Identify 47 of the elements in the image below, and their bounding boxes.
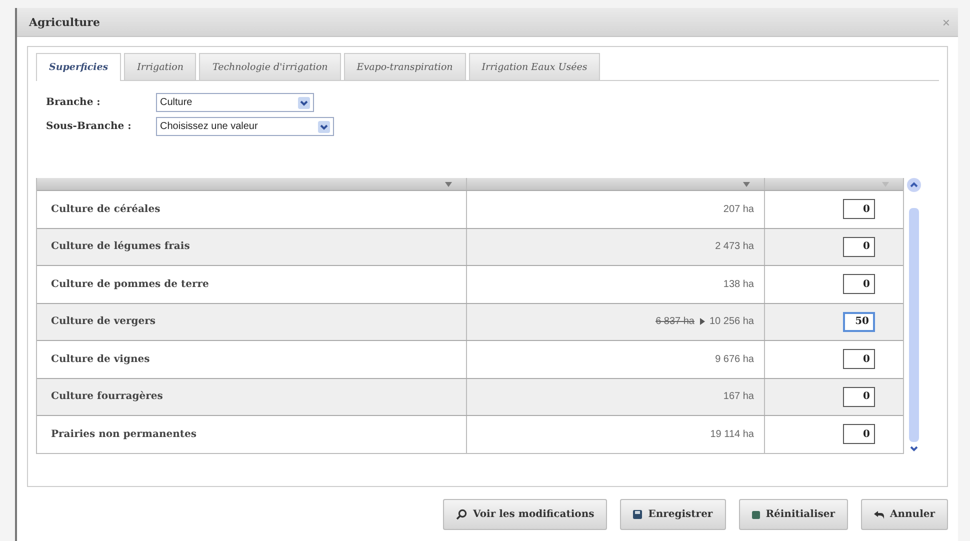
caret-icon — [318, 120, 330, 132]
scrollbar[interactable] — [906, 178, 922, 454]
search-icon — [456, 509, 468, 520]
action-button[interactable]: Enregistrer — [620, 499, 726, 530]
table-cell: 9 676 ha — [715, 354, 754, 365]
sort-icon[interactable] — [445, 182, 452, 186]
action-button[interactable]: Annuler — [861, 499, 948, 530]
input-field[interactable]: 0 — [843, 349, 875, 370]
input-field[interactable]: 0 — [843, 274, 875, 294]
sort-icon[interactable] — [743, 182, 750, 186]
undo-icon — [874, 510, 884, 518]
input-field[interactable]: 0 — [843, 424, 875, 444]
table-cell: Culture de pommes de terre — [51, 278, 209, 290]
table-cell: Culture de légumes frais — [51, 241, 190, 252]
table-cell: Culture de vergers — [51, 316, 156, 328]
tab[interactable]: Technologie d'irrigation — [199, 53, 341, 80]
field-label: Branche : — [46, 97, 102, 108]
table-cell: 207 ha — [723, 204, 754, 215]
scroll-up-icon[interactable] — [907, 178, 921, 192]
square-icon — [752, 510, 760, 518]
input-field[interactable]: 0 — [843, 236, 875, 257]
action-button[interactable]: Voir les modifications — [443, 499, 608, 530]
tab[interactable]: Irrigation Eaux Usées — [468, 53, 600, 80]
scroll-thumb[interactable] — [909, 208, 919, 442]
input-field[interactable]: 50 — [843, 312, 875, 332]
old-value: 6 837 ha — [656, 316, 694, 328]
action-button[interactable]: Réinitialiser — [738, 499, 848, 530]
table-cell: Culture fourragères — [51, 391, 163, 402]
tab[interactable]: Superficies — [36, 53, 122, 81]
table-cell: 10 256 ha — [710, 316, 754, 328]
table-cell: Culture de vignes — [51, 354, 150, 365]
input-field[interactable]: 0 — [843, 199, 875, 220]
table-cell: 19 114 ha — [710, 428, 754, 440]
tab[interactable]: Irrigation — [124, 53, 196, 80]
window-title: Agriculture — [29, 16, 100, 28]
arrow-icon — [700, 318, 704, 326]
table-cell: Prairies non permanentes — [51, 428, 196, 440]
dropdown[interactable]: Culture — [156, 93, 314, 112]
caret-icon — [298, 96, 310, 108]
field-label: Sous-Branche : — [46, 121, 132, 132]
input-field[interactable]: 0 — [843, 386, 875, 407]
table-cell: 138 ha — [723, 278, 754, 290]
table-cell: 2 473 ha — [715, 241, 754, 252]
table-cell: 167 ha — [723, 391, 754, 402]
tab[interactable]: Evapo-transpiration — [344, 53, 466, 80]
dropdown[interactable]: Choisissez une valeur — [156, 117, 334, 136]
table-cell: Culture de céréales — [51, 204, 160, 215]
